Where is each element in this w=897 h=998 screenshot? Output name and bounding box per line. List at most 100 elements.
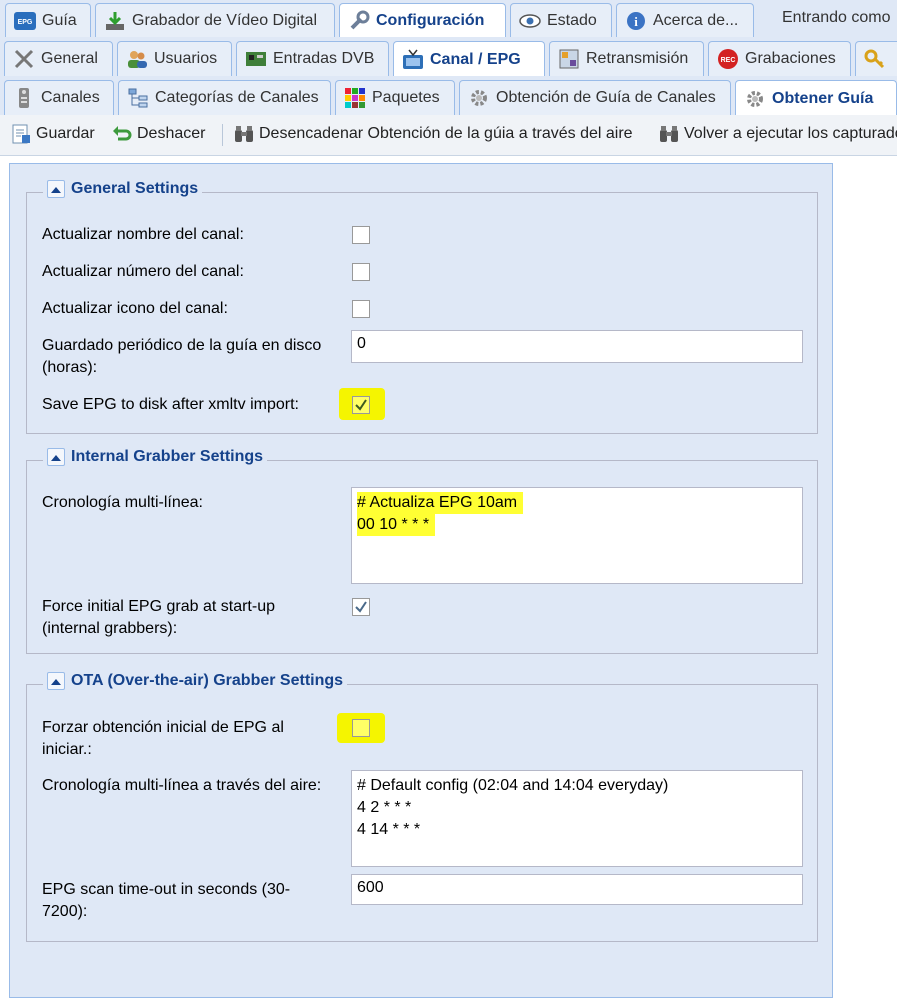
users-icon [126, 48, 148, 70]
tab-bouquets[interactable]: Paquetes [335, 80, 455, 115]
undo-icon [111, 123, 133, 145]
tab-dvb-inputs[interactable]: Entradas DVB [236, 41, 389, 76]
ota-cron-textarea[interactable]: # Default config (02:04 and 14:04 everyd… [351, 770, 803, 867]
ota-grabber-fieldset: OTA (Over-the-air) Grabber Settings Forz… [26, 672, 818, 942]
tab-general[interactable]: General [4, 41, 113, 76]
tab-label: Grabador de Vídeo Digital [132, 11, 317, 29]
tab-status[interactable]: Estado [510, 3, 612, 37]
collapse-toggle[interactable] [47, 448, 65, 466]
trigger-ota-button[interactable]: Desencadenar Obtención de la gúia a trav… [233, 123, 633, 145]
trigger-ota-label: Desencadenar Obtención de la gúia a trav… [259, 125, 633, 142]
tab-label: Entradas DVB [273, 50, 375, 67]
svg-text:REC: REC [721, 57, 736, 64]
save-label: Guardar [36, 125, 95, 142]
force-initial-grab-label: Force initial EPG grab at start-up (inte… [42, 598, 275, 637]
tools-icon [13, 48, 35, 70]
binoculars-icon [658, 123, 680, 145]
tab-label: Guía [42, 11, 77, 29]
key-icon [864, 48, 886, 70]
download-icon [104, 10, 126, 32]
fieldset-title: General Settings [71, 180, 199, 197]
periodic-save-input[interactable]: 0 [351, 330, 803, 363]
tab-access[interactable] [855, 41, 897, 76]
fieldset-title: OTA (Over-the-air) Grabber Settings [71, 672, 344, 689]
scan-timeout-label: EPG scan time-out in seconds (30-7200): [42, 881, 291, 920]
bouquet-icon [344, 87, 366, 109]
tab-label: Canales [41, 89, 100, 106]
tab-recordings[interactable]: REC Grabaciones [708, 41, 851, 76]
svg-text:i: i [634, 14, 638, 29]
general-settings-legend: General Settings [43, 180, 203, 198]
fieldset-title: Internal Grabber Settings [71, 448, 264, 465]
tab-users[interactable]: Usuarios [117, 41, 232, 76]
update-channel-icon-checkbox[interactable] [352, 300, 370, 318]
update-channel-number-checkbox[interactable] [352, 263, 370, 281]
tab-epg-grabber-modules[interactable]: Obtención de Guía de Canales [459, 80, 731, 115]
update-channel-name-checkbox[interactable] [352, 226, 370, 244]
update-channel-icon-label: Actualizar icono del canal: [42, 300, 228, 317]
ota-force-initial-label: Forzar obtención inicial de EPG al inici… [42, 719, 284, 758]
collapse-toggle[interactable] [47, 180, 65, 198]
epg-icon: EPG [14, 10, 36, 32]
gear-icon [468, 87, 490, 109]
gear-icon [744, 88, 766, 110]
update-channel-name-label: Actualizar nombre del canal: [42, 226, 244, 243]
collapse-toggle[interactable] [47, 672, 65, 690]
wrench-icon [348, 10, 370, 32]
binoculars-icon [233, 123, 255, 145]
login-status: Entrando como [782, 9, 891, 26]
tab-label: Categorías de Canales [155, 89, 319, 106]
periodic-save-label: Guardado periódico de la guía en disco (… [42, 337, 322, 376]
info-icon: i [625, 10, 647, 32]
tab-label: Estado [547, 11, 597, 29]
force-initial-grab-checkbox[interactable] [352, 598, 370, 616]
dvb-card-icon [245, 48, 267, 70]
internal-grabber-fieldset: Internal Grabber Settings Cronología mul… [26, 448, 818, 654]
rerun-grabbers-button[interactable]: Volver a ejecutar los capturado [658, 123, 897, 145]
undo-button[interactable]: Deshacer [111, 123, 205, 145]
tab-label: Acerca de... [653, 11, 739, 29]
ota-grabber-legend: OTA (Over-the-air) Grabber Settings [43, 672, 348, 690]
tab-guide[interactable]: EPG Guía [5, 3, 91, 37]
tab-epg-grabber[interactable]: Obtener Guía [735, 80, 897, 116]
tab-label: Canal / EPG [430, 50, 521, 68]
tab-streaming[interactable]: Retransmisión [549, 41, 704, 76]
tab-label: Obtener Guía [772, 89, 874, 107]
tab-label: General [41, 50, 98, 67]
rerun-label: Volver a ejecutar los capturado [684, 125, 897, 142]
main-tab-bar: EPG Guía Grabador de Vídeo Digital Confi… [0, 0, 897, 38]
eye-icon [519, 10, 541, 32]
general-settings-fieldset: General Settings Actualizar nombre del c… [26, 180, 818, 434]
save-after-xmltv-checkbox[interactable] [352, 396, 370, 414]
toolbar-separator [222, 124, 223, 146]
tab-label: Usuarios [154, 50, 218, 67]
tree-icon [127, 87, 149, 109]
tab-configuration[interactable]: Configuración [339, 3, 506, 38]
channel-tab-bar: Canales Categorías de Canales Paquetes O… [0, 76, 897, 116]
rec-icon: REC [717, 48, 739, 70]
tab-label: Retransmisión [586, 50, 689, 67]
tab-channel-categories[interactable]: Categorías de Canales [118, 80, 331, 115]
tab-channel-epg[interactable]: Canal / EPG [393, 41, 545, 77]
checkmark-icon [355, 601, 367, 613]
cron-line: 4 2 * * * [357, 799, 412, 816]
toolbar: Guardar Deshacer Desencadenar Obtención … [0, 115, 897, 156]
cron-line: 00 10 * * * [357, 514, 436, 536]
tab-channels[interactable]: Canales [4, 80, 114, 115]
tab-dvr[interactable]: Grabador de Vídeo Digital [95, 3, 335, 37]
ota-force-initial-checkbox[interactable] [352, 719, 370, 737]
internal-grabber-legend: Internal Grabber Settings [43, 448, 268, 466]
cron-textarea[interactable]: # Actualiza EPG 10am 00 10 * * * [351, 487, 803, 584]
cron-line: # Default config (02:04 and 14:04 everyd… [357, 777, 669, 794]
tab-about[interactable]: i Acerca de... [616, 3, 754, 37]
svg-text:EPG: EPG [18, 19, 33, 26]
undo-label: Deshacer [137, 125, 206, 142]
remote-icon [13, 87, 35, 109]
scan-timeout-input[interactable]: 600 [351, 874, 803, 905]
save-after-xmltv-label: Save EPG to disk after xmltv import: [42, 396, 299, 413]
save-button[interactable]: Guardar [10, 123, 95, 145]
tab-label: Configuración [376, 12, 485, 29]
cron-line: # Actualiza EPG 10am [357, 492, 524, 514]
update-channel-number-label: Actualizar número del canal: [42, 263, 244, 280]
cron-line: 4 14 * * * [357, 821, 421, 838]
